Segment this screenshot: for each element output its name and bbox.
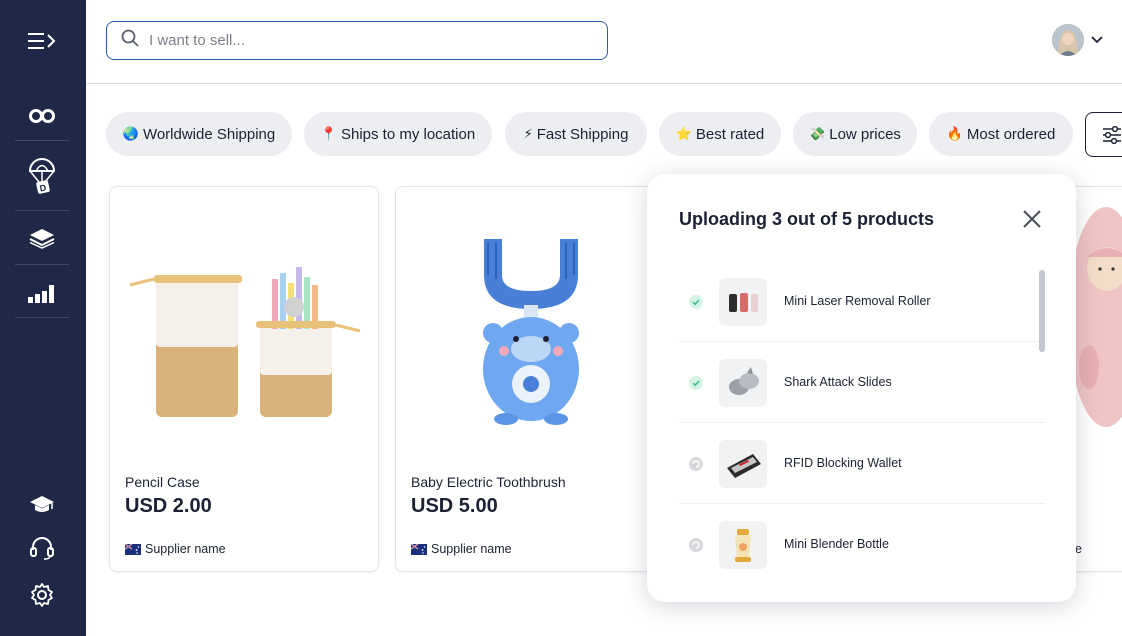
product-name: Pencil Case	[125, 474, 200, 490]
upload-item-name: RFID Blocking Wallet	[784, 456, 902, 470]
sidebar: D	[0, 0, 86, 636]
filter-button[interactable]	[1085, 112, 1122, 157]
supplier-name: Supplier name	[431, 542, 512, 556]
chip-fast-shipping[interactable]: ⚡ Fast Shipping	[505, 112, 647, 156]
product-price: USD 5.00	[411, 495, 498, 517]
upload-item: Mini Laser Removal Roller	[679, 262, 1045, 342]
chevron-down-icon[interactable]	[1090, 32, 1104, 50]
headset-icon[interactable]	[15, 528, 69, 568]
flag-icon	[124, 543, 141, 555]
sidebar-divider	[15, 140, 69, 141]
sidebar-divider	[15, 210, 69, 211]
supplier-info: Supplier name	[410, 542, 512, 556]
check-icon	[689, 376, 703, 390]
product-image	[110, 187, 378, 462]
spinner-icon	[689, 457, 703, 471]
chip-label: Best rated	[695, 125, 765, 143]
parachute-icon[interactable]: D	[15, 156, 69, 196]
search-icon	[121, 29, 139, 52]
panel-title: Uploading 3 out of 5 products	[679, 209, 934, 229]
infinity-icon[interactable]	[15, 96, 69, 136]
globe-icon: 🌏	[122, 126, 139, 142]
supplier-info: Supplier name	[124, 542, 226, 556]
avatar[interactable]	[1052, 24, 1084, 56]
check-icon	[689, 295, 703, 309]
upload-item: Shark Attack Slides	[679, 343, 1045, 423]
upload-progress-panel: Uploading 3 out of 5 products Mini Laser…	[647, 174, 1076, 602]
chip-label: Most ordered	[966, 125, 1056, 143]
lightning-icon: ⚡	[523, 126, 533, 142]
upload-item: RFID Blocking Wallet	[679, 424, 1045, 504]
product-image	[396, 187, 664, 462]
product-card[interactable]: Baby Electric Toothbrush USD 5.00 Suppli…	[395, 186, 665, 572]
flag-icon	[410, 543, 427, 555]
upload-item-name: Mini Blender Bottle	[784, 537, 889, 551]
product-thumbnail	[719, 521, 767, 569]
chip-ships-to-my-location[interactable]: 📍 Ships to my location	[304, 112, 492, 156]
chip-label: Ships to my location	[340, 125, 476, 143]
sidebar-divider	[15, 264, 69, 265]
star-icon: ⭐	[675, 126, 692, 142]
close-icon[interactable]	[1021, 208, 1043, 230]
supplier-name: e	[1075, 542, 1082, 556]
chip-label: Fast Shipping	[536, 125, 629, 143]
menu-expand-icon[interactable]	[15, 21, 69, 61]
graduation-cap-icon[interactable]	[15, 484, 69, 524]
product-card[interactable]: Pencil Case USD 2.00 Supplier name	[109, 186, 379, 572]
fire-icon: 🔥	[946, 126, 963, 142]
money-icon: 💸	[809, 126, 826, 142]
chip-label: Worldwide Shipping	[142, 125, 276, 143]
product-thumbnail	[719, 278, 767, 326]
scrollbar[interactable]	[1039, 270, 1045, 352]
bar-chart-icon[interactable]	[15, 273, 69, 313]
chip-label: Low prices	[829, 125, 901, 143]
search-box[interactable]	[106, 21, 608, 60]
chip-best-rated[interactable]: ⭐ Best rated	[659, 112, 781, 156]
chip-most-ordered[interactable]: 🔥 Most ordered	[929, 112, 1073, 156]
chip-low-prices[interactable]: 💸 Low prices	[793, 112, 917, 156]
product-price: USD 2.00	[125, 495, 212, 517]
search-input[interactable]	[149, 32, 569, 49]
pin-icon: 📍	[320, 126, 337, 142]
sidebar-divider	[15, 317, 69, 318]
upload-item-name: Mini Laser Removal Roller	[784, 294, 931, 308]
gear-icon[interactable]	[15, 575, 69, 615]
upload-item-name: Shark Attack Slides	[784, 375, 892, 389]
top-bar	[87, 0, 1122, 84]
upload-item: Mini Blender Bottle	[679, 505, 1045, 585]
supplier-name: Supplier name	[145, 542, 226, 556]
product-thumbnail	[719, 359, 767, 407]
product-thumbnail	[719, 440, 767, 488]
sliders-icon	[1102, 125, 1122, 150]
spinner-icon	[689, 538, 703, 552]
chip-worldwide-shipping[interactable]: 🌏 Worldwide Shipping	[106, 112, 292, 156]
product-name: Baby Electric Toothbrush	[411, 474, 566, 490]
layers-icon[interactable]	[15, 218, 69, 258]
